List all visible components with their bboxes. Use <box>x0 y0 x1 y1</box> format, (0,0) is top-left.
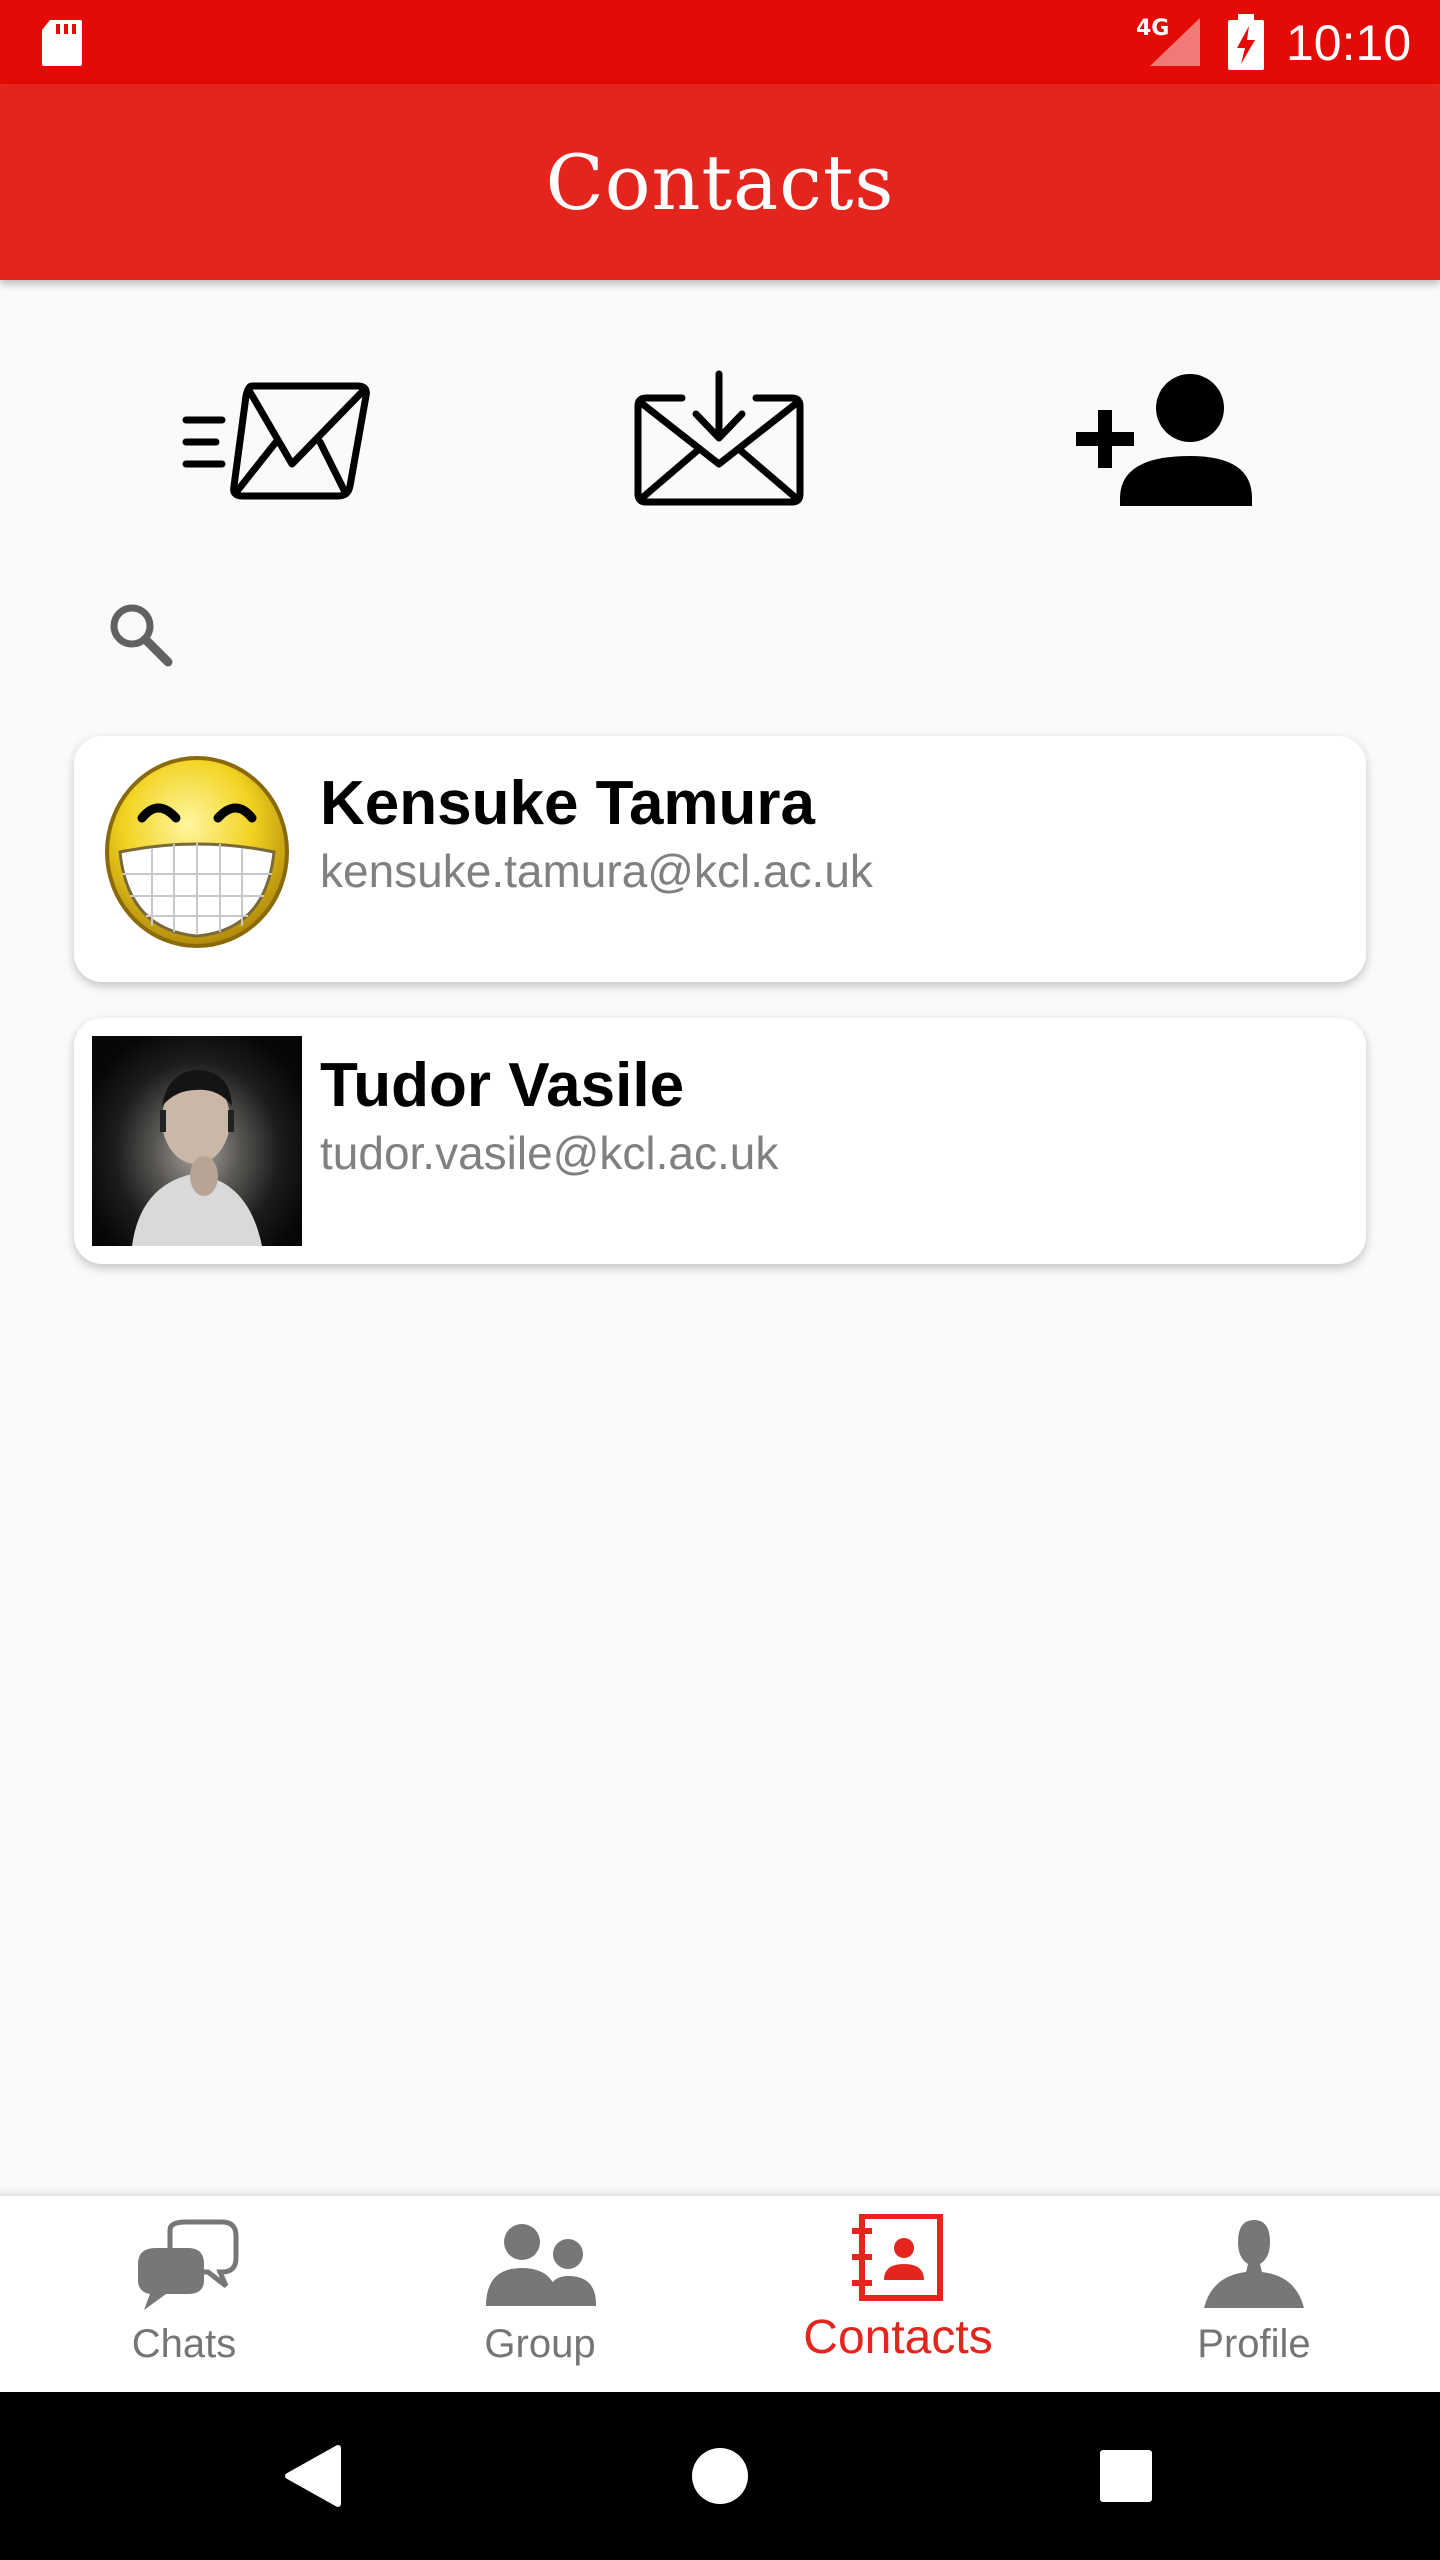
add-contact-button[interactable] <box>1076 370 1252 510</box>
nav-label: Profile <box>1197 2322 1311 2366</box>
battery-charging-icon <box>1228 14 1264 70</box>
send-mail-icon <box>182 382 370 500</box>
group-icon <box>486 2224 596 2306</box>
nav-label: Chats <box>131 2322 237 2366</box>
smiley-avatar <box>105 756 289 948</box>
search-input[interactable] <box>200 600 1300 666</box>
page-title: Contacts <box>545 138 895 227</box>
nav-item-chats[interactable]: Chats <box>4 2196 364 2394</box>
signal-icon <box>1150 18 1200 66</box>
inbox-download-icon <box>634 370 804 506</box>
system-navigation-bar <box>0 2392 1440 2560</box>
bottom-navigation: Chats Group Contacts Profile <box>0 2194 1440 2392</box>
chat-bubbles-icon <box>138 2219 239 2310</box>
inbox-button[interactable] <box>632 370 806 510</box>
send-mail-button[interactable] <box>180 370 376 510</box>
status-bar: 4G 10:10 <box>0 0 1440 84</box>
home-icon[interactable] <box>680 2436 760 2516</box>
contact-email: kensuke.tamura@kcl.ac.uk <box>320 845 873 897</box>
app-bar: Contacts <box>0 84 1440 280</box>
sd-card-icon <box>42 20 82 66</box>
add-person-icon <box>1076 374 1252 506</box>
contact-card[interactable]: Kensuke Tamura kensuke.tamura@kcl.ac.uk <box>74 736 1366 982</box>
search-icon <box>110 604 173 667</box>
contact-email: tudor.vasile@kcl.ac.uk <box>320 1127 779 1179</box>
person-icon <box>1204 2220 1304 2308</box>
back-icon[interactable] <box>272 2436 352 2516</box>
contact-name: Tudor Vasile <box>320 1051 685 1120</box>
nav-label: Contacts <box>803 2311 993 2364</box>
nav-item-profile[interactable]: Profile <box>1074 2196 1434 2394</box>
nav-item-contacts[interactable]: Contacts <box>718 2196 1078 2394</box>
clock: 10:10 <box>1286 15 1412 71</box>
contact-card[interactable]: Tudor Vasile tudor.vasile@kcl.ac.uk <box>74 1018 1366 1264</box>
contact-name: Kensuke Tamura <box>320 769 816 838</box>
recents-icon[interactable] <box>1086 2436 1166 2516</box>
nav-label: Group <box>484 2322 596 2366</box>
nav-item-group[interactable]: Group <box>360 2196 720 2394</box>
contact-book-icon <box>852 2214 943 2301</box>
photo-avatar <box>92 1036 302 1246</box>
search-bar[interactable] <box>90 580 1370 680</box>
